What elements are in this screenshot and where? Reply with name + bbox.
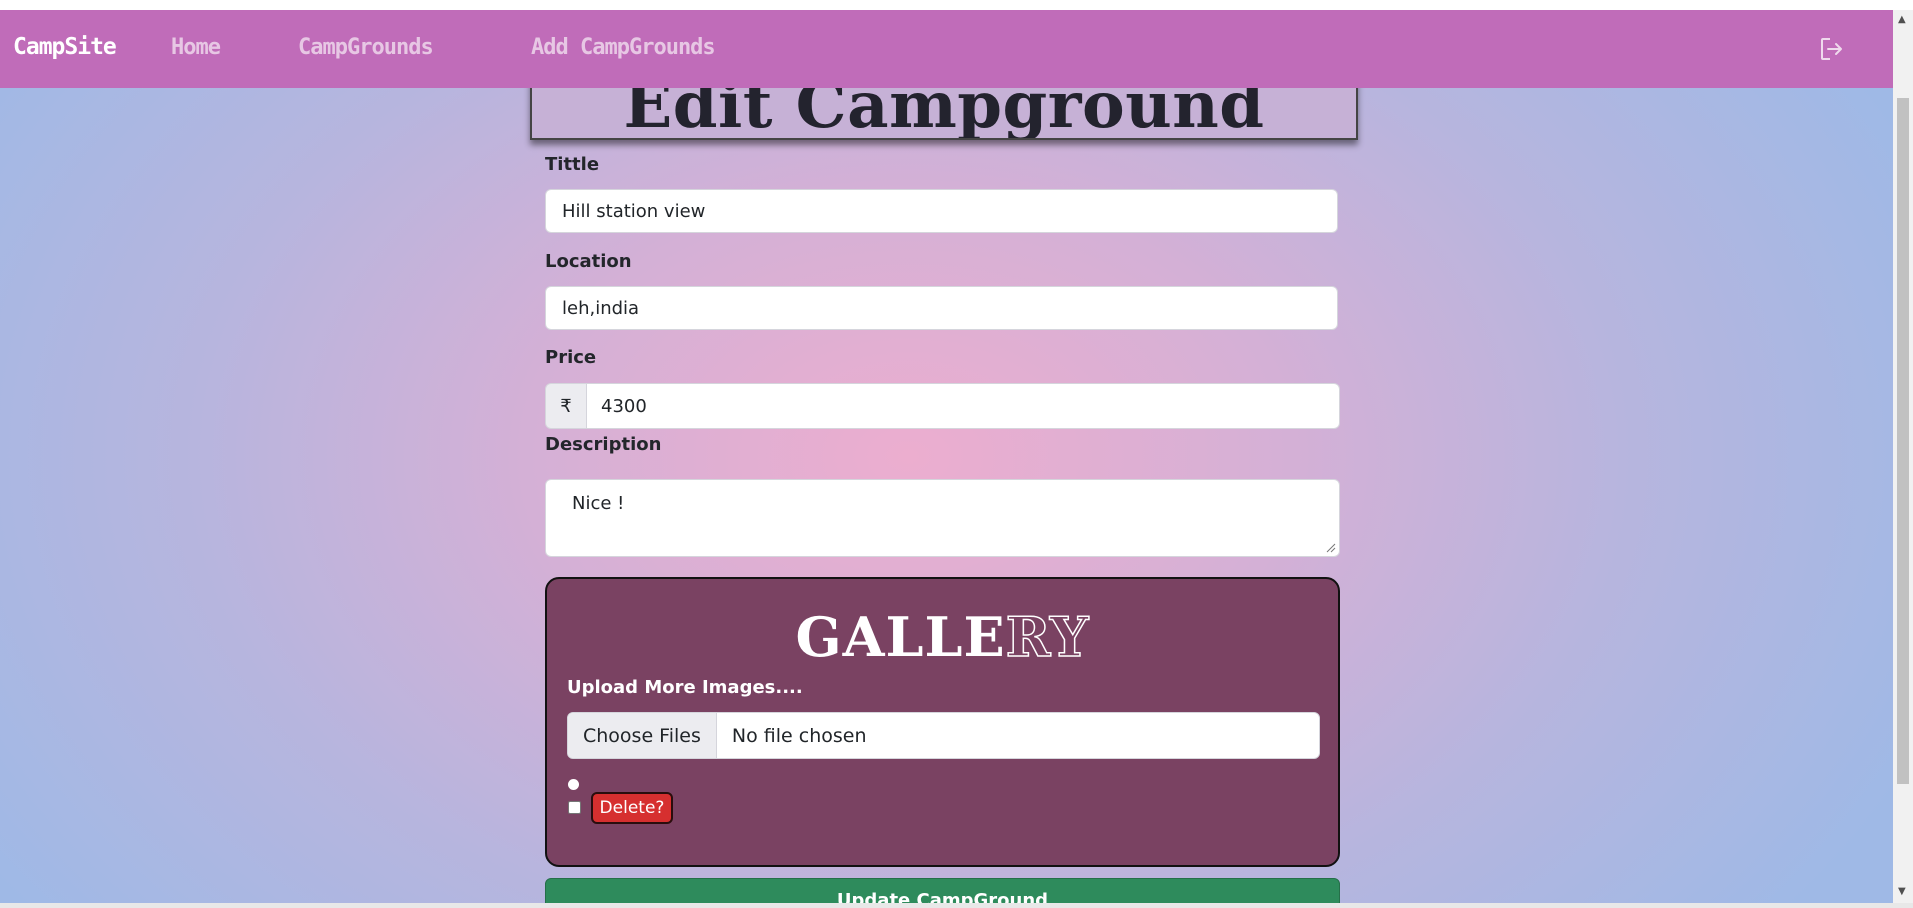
- nav-link-campgrounds[interactable]: CampGrounds: [298, 35, 434, 60]
- resize-grip-icon[interactable]: [1326, 543, 1336, 553]
- rupee-icon: ₹: [545, 383, 587, 429]
- price-label: Price: [545, 347, 597, 368]
- upload-label: Upload More Images....: [567, 677, 803, 698]
- scroll-thumb[interactable]: [1897, 98, 1909, 784]
- scroll-down-icon[interactable]: ▼: [1898, 886, 1906, 897]
- logout-icon[interactable]: [1819, 36, 1845, 62]
- page-viewport: Edit Campground CampSite Home CampGround…: [0, 10, 1893, 903]
- vertical-scrollbar[interactable]: ▲ ▼: [1893, 10, 1913, 903]
- gallery-title-solid: GALLE: [795, 605, 1006, 669]
- description-label: Description: [545, 434, 662, 455]
- delete-image-checkbox[interactable]: [568, 801, 581, 814]
- gallery-panel: GALLERY Upload More Images.... Choose Fi…: [545, 577, 1340, 867]
- navbar: CampSite Home CampGrounds Add CampGround…: [0, 10, 1893, 88]
- scroll-up-icon[interactable]: ▲: [1898, 14, 1906, 25]
- window-bottom-edge: [0, 903, 1913, 908]
- image-thumbnail-placeholder: [568, 779, 579, 790]
- file-status-text: No file chosen: [731, 724, 867, 747]
- gallery-title: GALLERY: [547, 604, 1338, 670]
- title-label: Tittle: [545, 154, 600, 175]
- file-input[interactable]: Choose Files No file chosen: [567, 712, 1320, 759]
- update-campground-button[interactable]: Update CampGround: [545, 878, 1340, 903]
- location-input[interactable]: leh,india: [545, 286, 1338, 330]
- brand-link[interactable]: CampSite: [13, 34, 117, 60]
- description-text: Nice !: [572, 493, 625, 514]
- price-input[interactable]: 4300: [587, 383, 1340, 429]
- location-label: Location: [545, 251, 632, 272]
- nav-link-add-campgrounds[interactable]: Add CampGrounds: [531, 35, 716, 60]
- description-textarea[interactable]: Nice !: [545, 479, 1340, 557]
- choose-files-button[interactable]: Choose Files: [568, 713, 717, 758]
- delete-label-button[interactable]: Delete?: [591, 792, 673, 824]
- gallery-title-outline: RY: [1005, 604, 1090, 670]
- title-input[interactable]: Hill station view: [545, 189, 1338, 233]
- price-input-group: ₹ 4300: [545, 383, 1340, 429]
- nav-link-home[interactable]: Home: [171, 35, 221, 60]
